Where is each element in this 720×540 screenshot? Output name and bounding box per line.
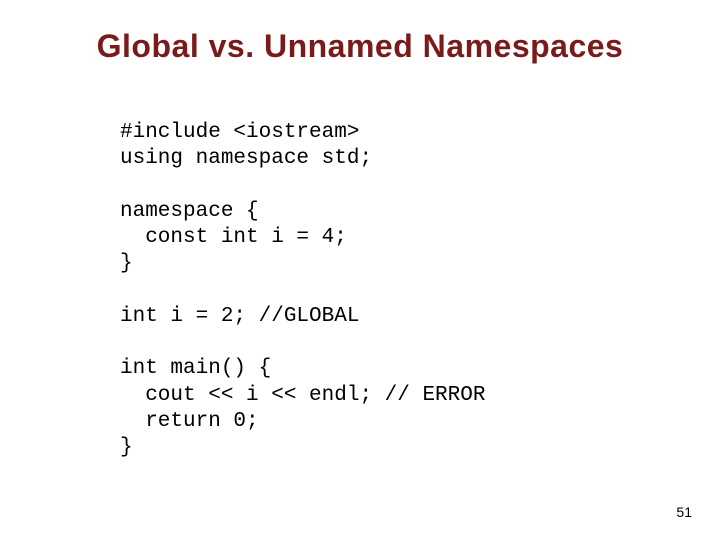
code-block: #include <iostream> using namespace std;… (120, 120, 485, 461)
page-number: 51 (676, 504, 692, 520)
slide-title: Global vs. Unnamed Namespaces (0, 28, 720, 65)
slide: Global vs. Unnamed Namespaces #include <… (0, 0, 720, 540)
